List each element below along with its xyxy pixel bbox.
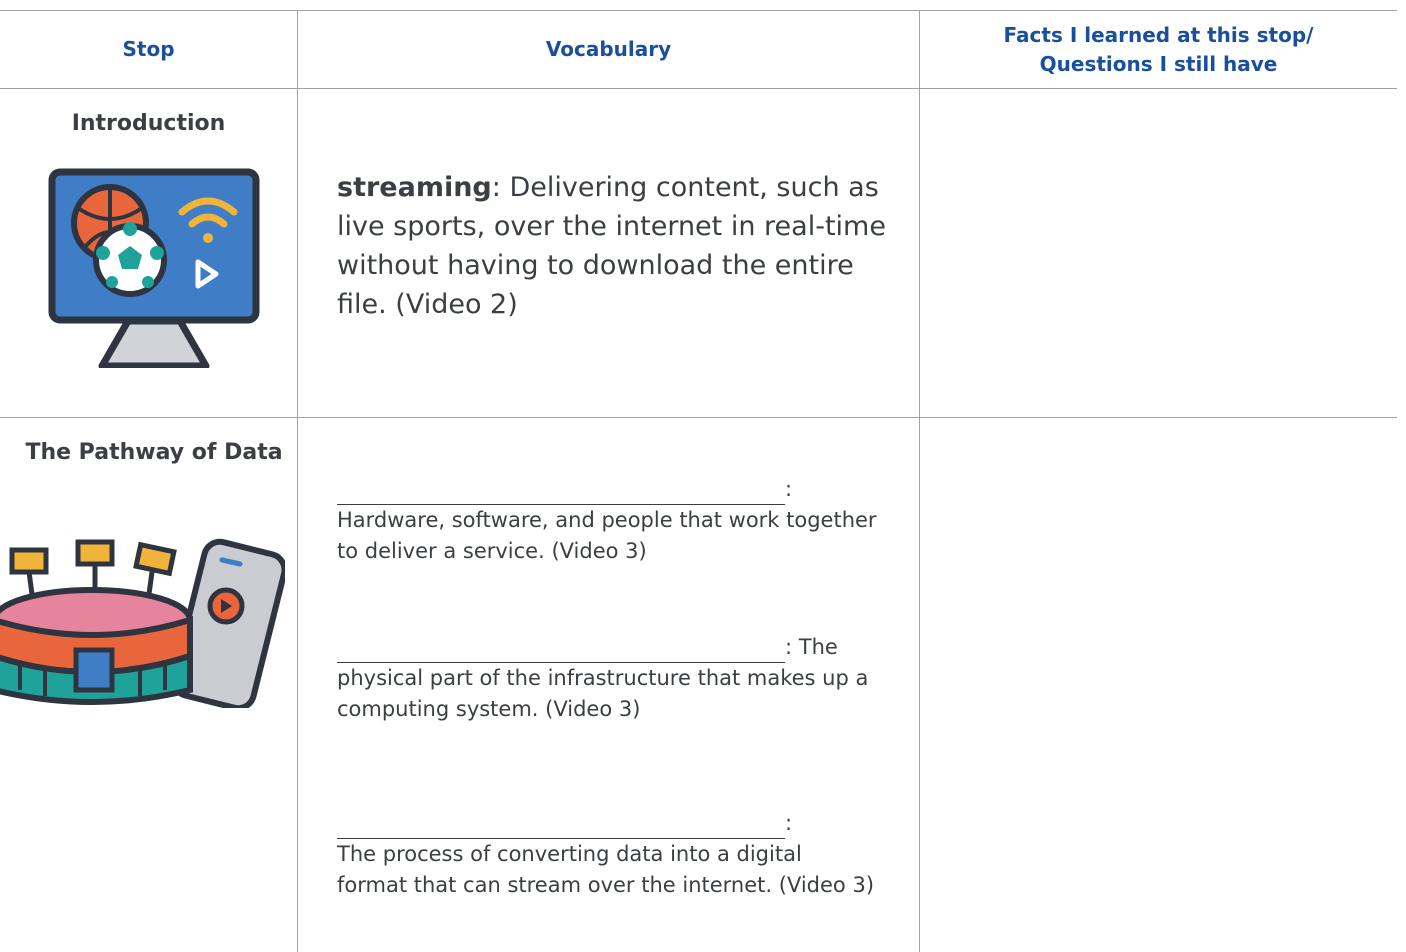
header-facts: Facts I learned at this stop/ Questions … bbox=[920, 21, 1397, 79]
column-divider-1 bbox=[297, 10, 298, 952]
header-stop: Stop bbox=[122, 37, 175, 61]
header-facts-line2: Questions I still have bbox=[1039, 52, 1278, 76]
row-divider bbox=[0, 417, 1397, 418]
table-top-border bbox=[0, 10, 1397, 11]
vocab-blank-1: : Hardware, software, and people that wo… bbox=[337, 474, 877, 567]
stadium-phone-icon bbox=[0, 538, 285, 708]
stop-introduction: Introduction bbox=[71, 111, 226, 136]
fill-in-blank-3[interactable] bbox=[337, 814, 785, 839]
vocab-blank-2: : The physical part of the infrastructur… bbox=[337, 632, 877, 725]
term-separator: : bbox=[491, 172, 501, 203]
definition-1: Hardware, software, and people that work… bbox=[337, 508, 877, 563]
header-facts-line1: Facts I learned at this stop/ bbox=[1003, 23, 1314, 47]
blank-line-row-3: : bbox=[337, 808, 877, 839]
vocab-blank-3: : The process of converting data into a … bbox=[337, 808, 877, 901]
header-bottom-border bbox=[0, 88, 1397, 89]
header-vocabulary: Vocabulary bbox=[545, 37, 672, 61]
vocab-streaming: streaming: Delivering content, such as l… bbox=[337, 168, 897, 324]
blank-line-row-2: : The bbox=[337, 632, 877, 663]
stop-pathway-of-data: The Pathway of Data bbox=[25, 440, 283, 465]
term-streaming: streaming bbox=[337, 172, 492, 203]
blank-suffix-2: : The bbox=[785, 635, 838, 659]
blank-suffix-3: : bbox=[785, 811, 793, 835]
definition-2: physical part of the infrastructure that… bbox=[337, 666, 869, 721]
definition-3: The process of converting data into a di… bbox=[337, 842, 875, 897]
streaming-monitor-icon bbox=[48, 168, 260, 368]
blank-line-row-1: : bbox=[337, 474, 877, 505]
fill-in-blank-1[interactable] bbox=[337, 480, 785, 505]
column-divider-2 bbox=[919, 10, 920, 952]
blank-suffix-1: : bbox=[785, 477, 793, 501]
fill-in-blank-2[interactable] bbox=[337, 638, 785, 663]
